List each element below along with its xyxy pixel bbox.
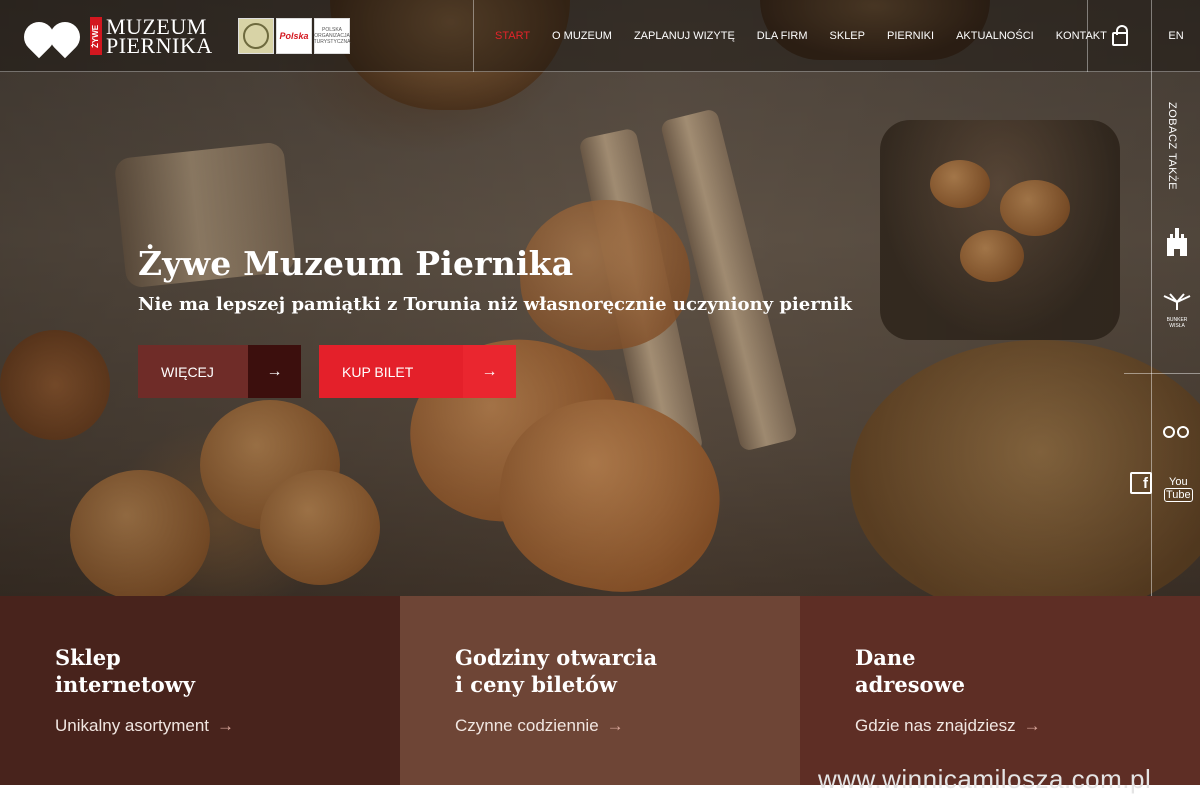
pot-logo[interactable]: POLSKA ORGANIZACJA TURYSTYCZNA [314,18,350,54]
arrow-right-icon: → [606,716,624,735]
site-header: ŻYWE MUZEUM PIERNIKA Polska POLSKA ORGAN… [0,0,1200,72]
bunker-wisla-label: BUNKER WISŁA [1166,317,1188,329]
arrow-right-icon: → [248,345,301,398]
tile-link-text: Czynne codziennie [455,716,599,735]
tile-opening-hours[interactable]: Godziny otwarcia i ceny biletów Czynne c… [400,596,800,785]
watermark: www.winnicamilosza.com.pl [818,764,1152,794]
nav-aktualnosci[interactable]: AKTUALNOŚCI [945,30,1045,42]
side-panel: ZOBACZ TAKŻE BUNKER WISŁA f You Tube [1124,72,1200,596]
nav-kontakt[interactable]: KONTAKT [1045,30,1118,42]
header-divider [473,0,474,72]
logo-text: MUZEUM PIERNIKA [106,16,213,58]
bunker-wisla-icon[interactable]: BUNKER WISŁA [1162,290,1192,329]
logo-tag: ŻYWE [90,17,102,55]
tile-title-line-1: Dane [855,645,916,670]
info-tiles: Sklep internetowy Unikalny asortyment → G… [0,596,1200,785]
language-switch[interactable]: EN [1152,0,1200,72]
youtube-icon[interactable]: You Tube [1164,476,1193,502]
tile-title: Dane adresowe [855,644,965,698]
nav-start[interactable]: START [484,30,541,42]
buy-ticket-button[interactable]: KUP BILET → [319,345,516,398]
castle-icon[interactable] [1162,224,1192,261]
tile-title-line-1: Sklep [55,645,121,670]
arrow-right-icon: → [463,345,516,398]
nav-sklep[interactable]: SKLEP [819,30,876,42]
certificate-badge-icon[interactable] [238,18,274,54]
hearts-logo-icon [17,15,87,59]
hero-subtitle: Nie ma lepszej pamiątki z Torunia niż wł… [138,294,853,315]
tile-link-text: Gdzie nas znajdziesz [855,716,1016,735]
buy-ticket-label: KUP BILET [319,345,463,398]
site-logo[interactable]: ŻYWE MUZEUM PIERNIKA [17,14,213,59]
hero-title: Żywe Muzeum Piernika [138,244,574,283]
more-button-label: WIĘCEJ [138,345,248,398]
logo-line-2: PIERNIKA [106,33,213,58]
tile-title: Sklep internetowy [55,644,195,698]
nav-pierniki[interactable]: PIERNIKI [876,30,945,42]
nav-dla-firm[interactable]: DLA FIRM [746,30,819,42]
tile-link[interactable]: Czynne codziennie → [455,716,624,736]
tile-link[interactable]: Gdzie nas znajdziesz → [855,716,1041,736]
tripadvisor-icon[interactable] [1162,424,1192,440]
tile-title-line-2: i ceny biletów [455,672,618,697]
tile-title-line-1: Godziny otwarcia [455,645,658,670]
facebook-icon[interactable]: f [1130,472,1152,494]
tile-title-line-2: adresowe [855,672,965,697]
see-also-label: ZOBACZ TAKŻE [1166,102,1178,191]
youtube-text-tube: Tube [1164,488,1193,502]
youtube-text-you: You [1169,476,1188,488]
nav-zaplanuj-wizyte[interactable]: ZAPLANUJ WIZYTĘ [623,30,746,42]
main-nav: START O MUZEUM ZAPLANUJ WIZYTĘ DLA FIRM … [484,0,1118,72]
polska-logo-text: Polska [279,31,309,41]
tile-address[interactable]: Dane adresowe Gdzie nas znajdziesz → [800,596,1200,785]
tile-title-line-2: internetowy [55,672,195,697]
side-divider [1124,373,1200,374]
tile-online-shop[interactable]: Sklep internetowy Unikalny asortyment → [0,596,400,785]
shopping-bag-icon[interactable] [1108,24,1132,48]
arrow-right-icon: → [1023,716,1041,735]
header-divider [1087,0,1088,72]
partner-logos: Polska POLSKA ORGANIZACJA TURYSTYCZNA [238,18,350,54]
more-button[interactable]: WIĘCEJ → [138,345,301,398]
arrow-right-icon: → [217,716,235,735]
tile-link[interactable]: Unikalny asortyment → [55,716,234,736]
pot-logo-text: POLSKA ORGANIZACJA TURYSTYCZNA [313,27,351,45]
tile-title: Godziny otwarcia i ceny biletów [455,644,657,698]
tile-link-text: Unikalny asortyment [55,716,210,735]
nav-o-muzeum[interactable]: O MUZEUM [541,30,623,42]
polska-logo[interactable]: Polska [276,18,312,54]
